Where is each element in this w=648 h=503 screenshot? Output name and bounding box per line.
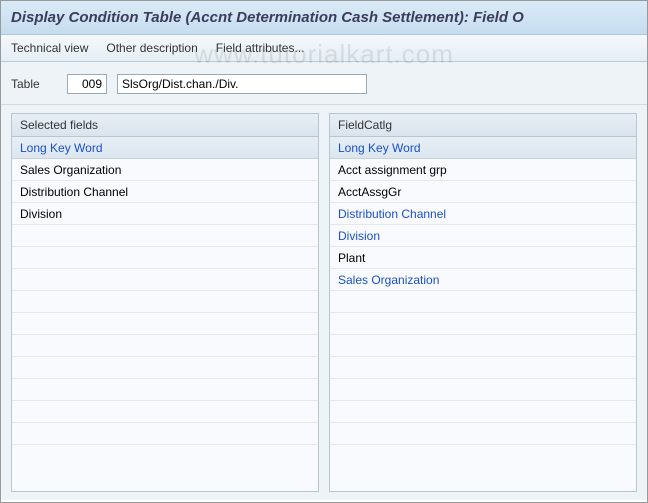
other-description-button[interactable]: Other description [106,41,197,55]
list-item-empty[interactable] [12,247,318,269]
list-item-empty[interactable] [12,357,318,379]
title-bar: Display Condition Table (Accnt Determina… [1,1,647,35]
list-item-empty[interactable] [330,379,636,401]
toolbar: Technical view Other description Field a… [1,35,647,62]
field-catalog-list[interactable]: Long Key WordAcct assignment grpAcctAssg… [330,137,636,491]
list-item-empty[interactable] [12,313,318,335]
list-item[interactable]: Distribution Channel [330,203,636,225]
list-item-empty[interactable] [12,291,318,313]
selected-fields-title: Selected fields [12,114,318,137]
list-item[interactable]: Distribution Channel [12,181,318,203]
selected-fields-list[interactable]: Long Key WordSales OrganizationDistribut… [12,137,318,491]
panels-container: Selected fields Long Key WordSales Organ… [1,105,647,500]
list-item-empty[interactable] [330,423,636,445]
list-item-empty[interactable] [330,291,636,313]
field-attributes-button[interactable]: Field attributes... [216,41,305,55]
list-item-empty[interactable] [12,401,318,423]
table-number-input[interactable] [67,74,107,94]
column-header[interactable]: Long Key Word [330,137,636,159]
list-item[interactable]: Division [330,225,636,247]
list-item-empty[interactable] [12,225,318,247]
list-item-empty[interactable] [330,335,636,357]
list-item[interactable]: AcctAssgGr [330,181,636,203]
list-item-empty[interactable] [12,379,318,401]
field-catalog-title: FieldCatlg [330,114,636,137]
selected-fields-panel: Selected fields Long Key WordSales Organ… [11,113,319,492]
list-item-empty[interactable] [330,357,636,379]
list-item[interactable]: Division [12,203,318,225]
table-info-row: Table [1,62,647,105]
list-item-empty[interactable] [12,423,318,445]
column-header[interactable]: Long Key Word [12,137,318,159]
technical-view-button[interactable]: Technical view [11,41,88,55]
list-item[interactable]: Acct assignment grp [330,159,636,181]
table-description-input[interactable] [117,74,367,94]
field-catalog-panel: FieldCatlg Long Key WordAcct assignment … [329,113,637,492]
list-item[interactable]: Plant [330,247,636,269]
list-item[interactable]: Sales Organization [12,159,318,181]
list-item-empty[interactable] [12,269,318,291]
list-item-empty[interactable] [12,335,318,357]
list-item-empty[interactable] [330,313,636,335]
page-title: Display Condition Table (Accnt Determina… [11,9,637,26]
list-item[interactable]: Sales Organization [330,269,636,291]
list-item-empty[interactable] [330,401,636,423]
table-label: Table [11,77,57,91]
